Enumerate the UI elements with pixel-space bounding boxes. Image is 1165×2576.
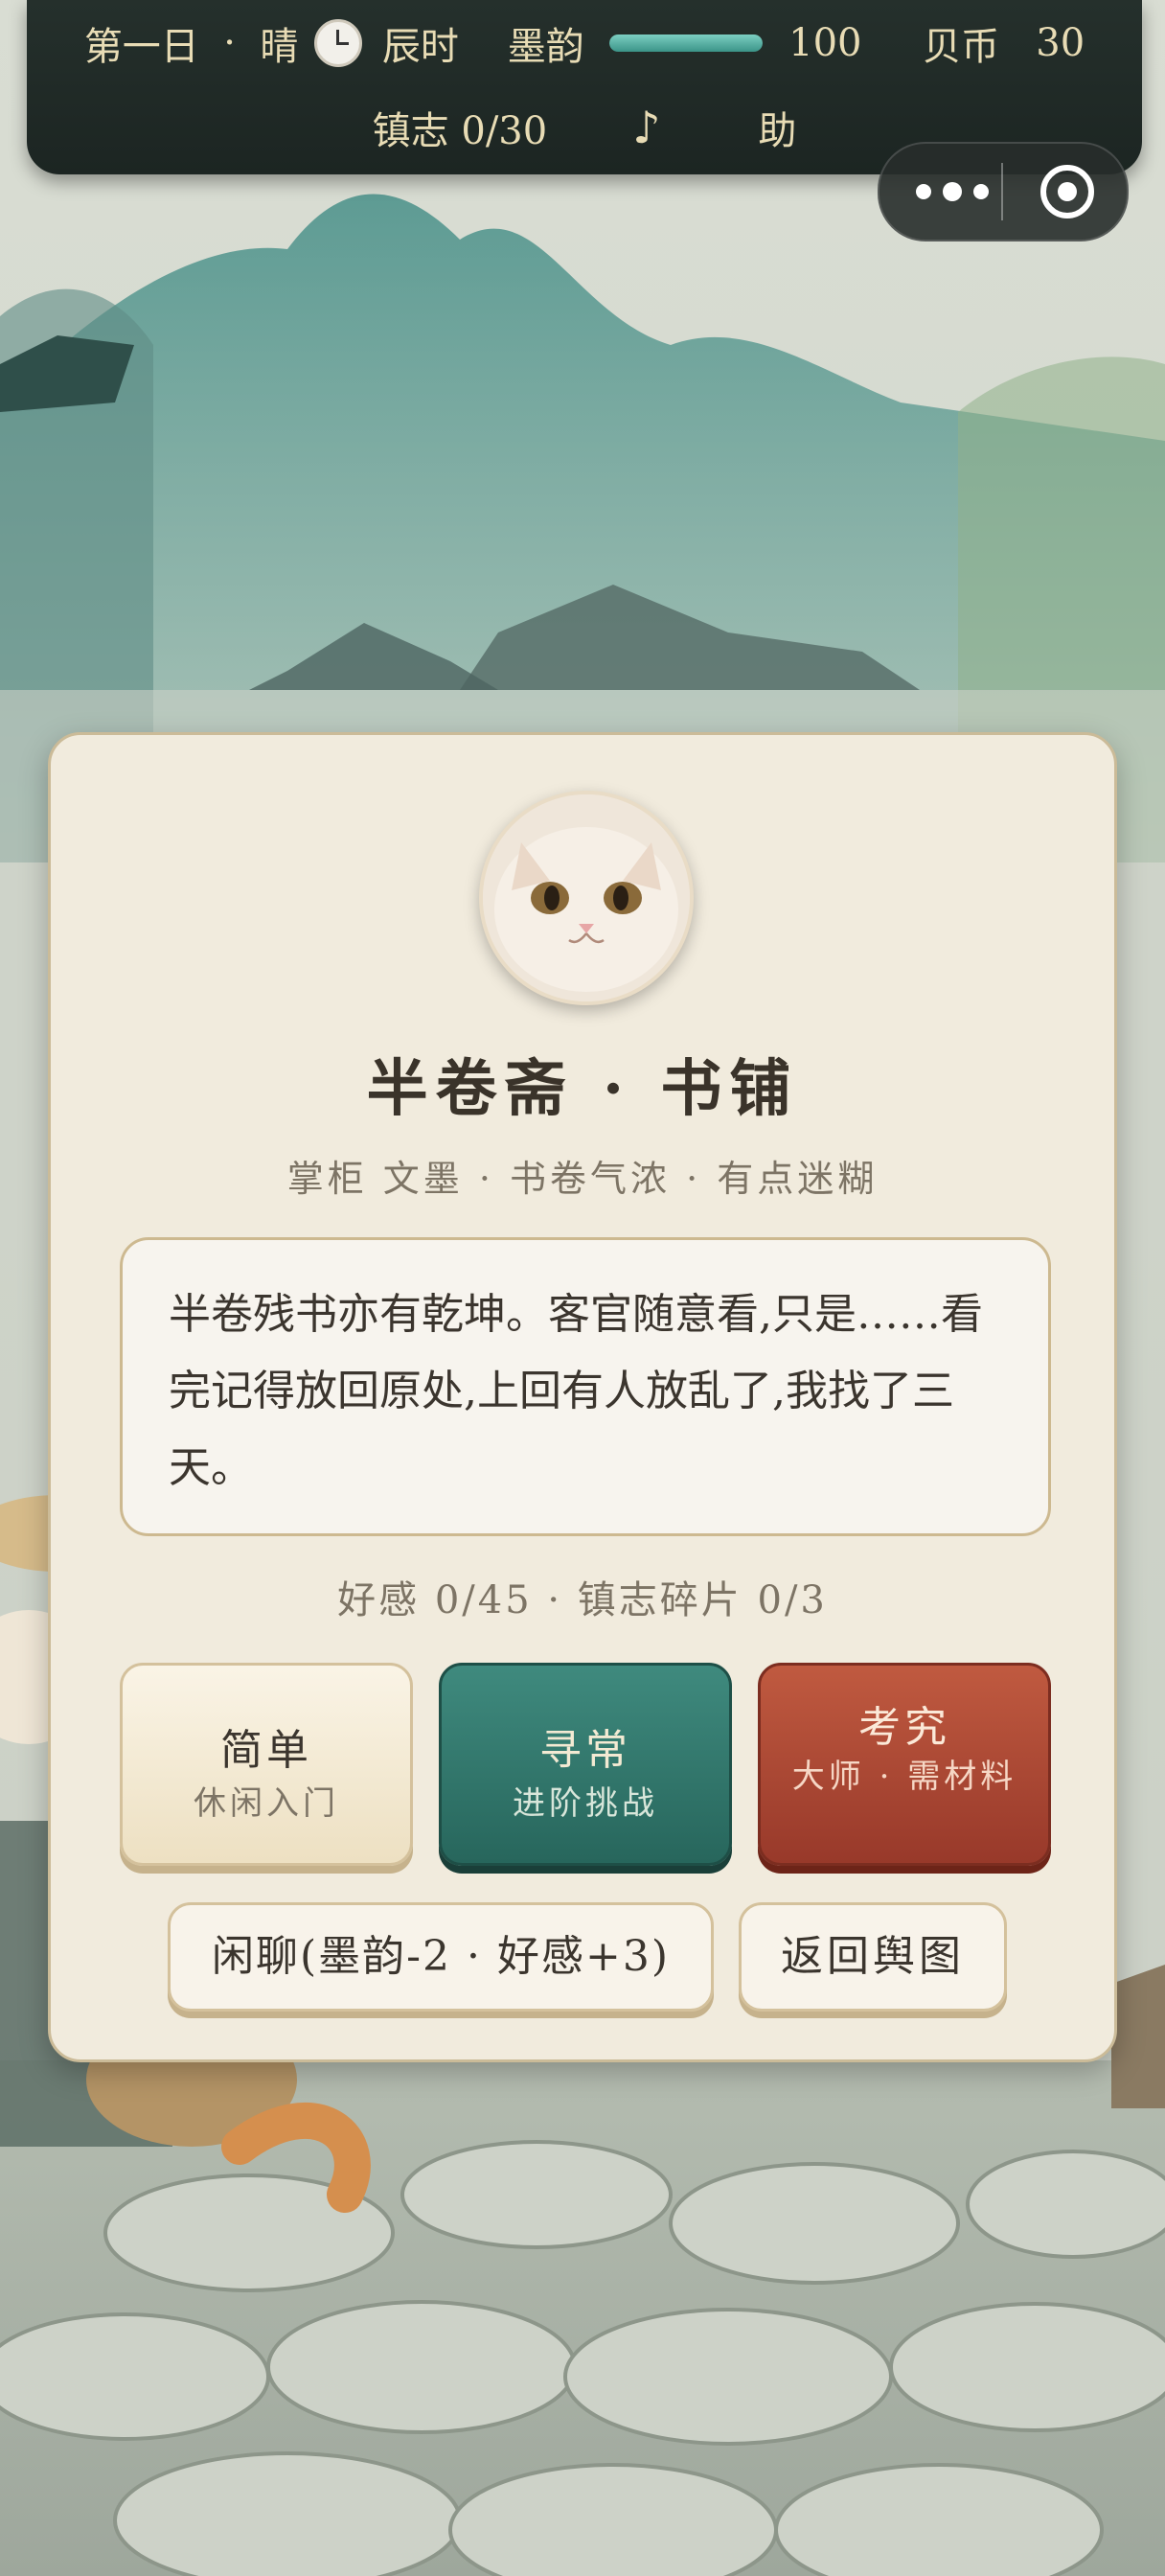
- weather-label: 晴: [260, 25, 299, 69]
- journal-button[interactable]: 镇志 0/30: [373, 100, 548, 155]
- ink-progress-fill: [609, 34, 764, 52]
- button-title: 考究: [858, 1703, 950, 1752]
- coin-label: 贝币: [923, 25, 1000, 69]
- shop-title: 半卷斋 · 书铺: [366, 1053, 799, 1125]
- music-icon[interactable]: ♪: [632, 102, 660, 153]
- difficulty-hard-button[interactable]: 考究 大师 · 需材料: [758, 1663, 1051, 1866]
- back-to-map-button[interactable]: 返回舆图: [739, 1902, 1007, 2012]
- clock-icon: [314, 19, 363, 67]
- miniprogram-capsule: [878, 142, 1129, 242]
- coin-value: 30: [1036, 21, 1085, 65]
- close-miniprogram-icon[interactable]: [1040, 165, 1094, 218]
- shopkeeper-avatar: [479, 791, 694, 1005]
- difficulty-easy-button[interactable]: 简单 休闲入门: [120, 1663, 413, 1866]
- dialogue-box: 半卷残书亦有乾坤。客官随意看,只是……看完记得放回原处,上回有人放乱了,我找了三…: [120, 1237, 1051, 1536]
- button-description: 大师 · 需材料: [791, 1758, 1017, 1796]
- button-title: 寻常: [539, 1726, 631, 1775]
- cat-face-icon: [483, 794, 690, 1001]
- button-description: 休闲入门: [194, 1784, 339, 1823]
- button-title: 简单: [220, 1726, 312, 1775]
- chat-button[interactable]: 闲聊(墨韵-2 · 好感+3): [168, 1902, 714, 2012]
- difficulty-normal-button[interactable]: 寻常 进阶挑战: [439, 1663, 732, 1866]
- button-description: 进阶挑战: [513, 1784, 658, 1823]
- day-label: 第一日: [83, 25, 199, 69]
- ink-value: 100: [788, 21, 862, 65]
- time-label: 辰时: [381, 25, 459, 69]
- affinity-stats: 好感 0/45 · 镇志碎片 0/3: [337, 1578, 828, 1622]
- ink-label: 墨韵: [507, 25, 584, 69]
- separator-dot: ·: [211, 21, 248, 65]
- status-row: 第一日 · 晴 辰时 墨韵 100 贝币 30: [27, 15, 1142, 69]
- shop-dialog: 半卷斋 · 书铺 掌柜 文墨 · 书卷气浓 · 有点迷糊 半卷残书亦有乾坤。客官…: [48, 732, 1117, 2062]
- ink-progress-bar: [609, 34, 764, 52]
- more-options-icon[interactable]: [916, 172, 989, 211]
- help-button[interactable]: 助: [758, 100, 796, 155]
- capsule-divider: [1001, 163, 1003, 220]
- shopkeeper-description: 掌柜 文墨 · 书卷气浓 · 有点迷糊: [286, 1158, 879, 1200]
